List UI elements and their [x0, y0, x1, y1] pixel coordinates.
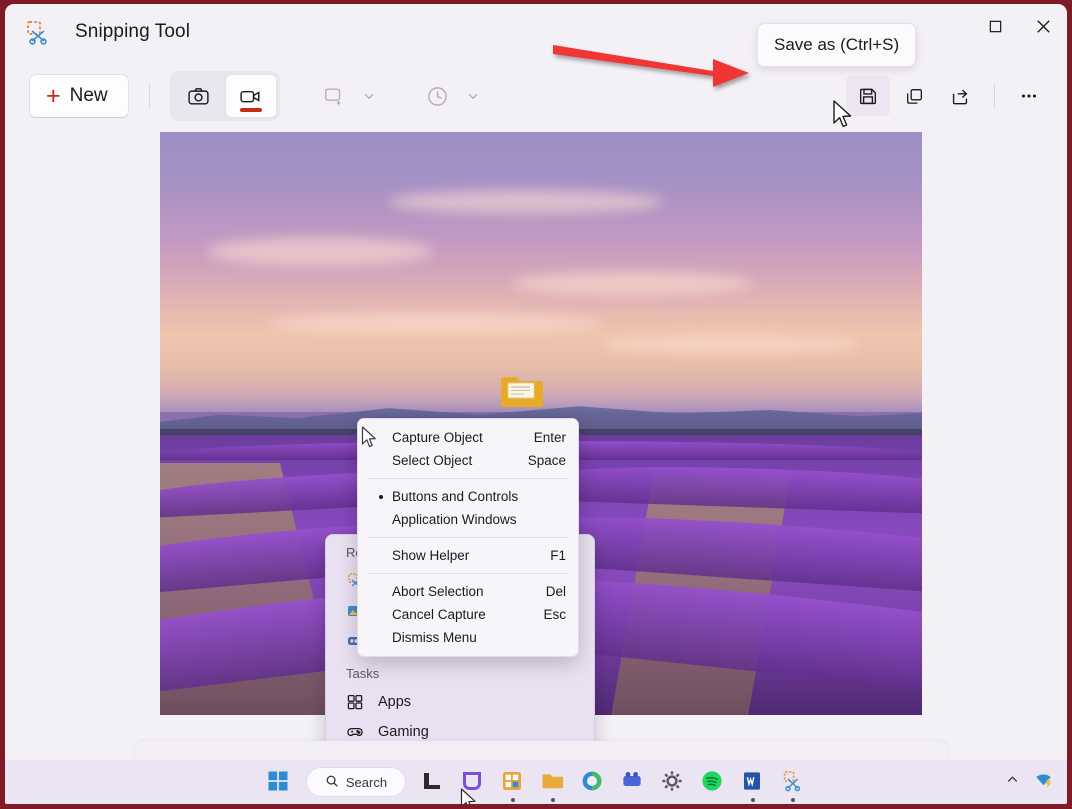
- phone-link-icon[interactable]: [580, 769, 606, 795]
- word-icon[interactable]: [740, 769, 766, 795]
- record-mode-button[interactable]: [225, 74, 277, 118]
- snipping-tool-icon[interactable]: [780, 769, 806, 795]
- menu-item-cancel-capture-label: Cancel Capture: [392, 607, 543, 622]
- menu-separator-1: [368, 478, 568, 479]
- screenshot-root: Snipping Tool + New: [0, 0, 1072, 809]
- menu-item-buttons-and-controls-label: Buttons and Controls: [392, 489, 566, 504]
- menu-separator-2: [368, 537, 568, 538]
- menu-item-buttons-and-controls[interactable]: Buttons and Controls: [358, 485, 578, 508]
- screenshot-mode-button[interactable]: [173, 74, 225, 118]
- more-options-icon[interactable]: [1007, 76, 1051, 116]
- jumplist-task-apps[interactable]: Apps: [326, 687, 594, 717]
- snipping-tool-icon: [23, 18, 51, 46]
- jumplist-task-gaming-label: Gaming: [378, 724, 429, 740]
- snip-shape-chevron-down-icon[interactable]: [354, 76, 384, 116]
- menu-item-cancel-capture[interactable]: Cancel Capture Esc: [358, 603, 578, 626]
- red-arrow-annotation: [550, 40, 755, 97]
- plus-icon: +: [46, 84, 61, 109]
- menu-item-show-helper[interactable]: Show Helper F1: [358, 544, 578, 567]
- menu-item-abort-selection-label: Abort Selection: [392, 584, 546, 599]
- menu-separator-3: [368, 573, 568, 574]
- purple-app-icon[interactable]: [460, 769, 486, 795]
- capture-mode-group: [170, 71, 280, 121]
- new-button[interactable]: + New: [29, 74, 129, 118]
- menu-item-select-object-key: Space: [528, 453, 566, 468]
- network-icon[interactable]: [1034, 770, 1053, 794]
- snipping-tool-window: Snipping Tool + New: [5, 4, 1067, 804]
- system-tray: [1005, 770, 1053, 794]
- windows-taskbar: Search: [5, 760, 1067, 804]
- menu-item-cancel-capture-key: Esc: [543, 607, 566, 622]
- copy-icon[interactable]: [892, 76, 936, 116]
- menu-item-abort-selection[interactable]: Abort Selection Del: [358, 580, 578, 603]
- window-controls: [971, 4, 1067, 48]
- windows-store-icon[interactable]: [500, 769, 526, 795]
- taskbar-search-box[interactable]: Search: [306, 767, 406, 797]
- cloud-5: [602, 336, 861, 353]
- spotify-icon[interactable]: [700, 769, 726, 795]
- share-icon[interactable]: [938, 76, 982, 116]
- menu-item-application-windows-label: Application Windows: [392, 512, 566, 527]
- jumplist-task-apps-label: Apps: [378, 694, 411, 710]
- folder-app-icon[interactable]: [540, 769, 566, 795]
- clock-icon[interactable]: [418, 76, 458, 116]
- menu-item-dismiss-menu[interactable]: Dismiss Menu: [358, 626, 578, 649]
- cloud-1: [206, 237, 435, 266]
- toolbar-divider: [149, 83, 150, 109]
- file-explorer-icon[interactable]: [420, 769, 446, 795]
- teams-icon[interactable]: [620, 769, 646, 795]
- selected-bullet-icon: [379, 495, 383, 499]
- gaming-icon: [346, 723, 364, 741]
- menu-item-application-windows[interactable]: Application Windows: [358, 508, 578, 531]
- toolbar-right-actions: [846, 76, 1051, 116]
- save-icon[interactable]: [846, 76, 890, 116]
- menu-item-show-helper-key: F1: [550, 548, 566, 563]
- menu-item-dismiss-menu-label: Dismiss Menu: [392, 630, 566, 645]
- cloud-4: [267, 313, 602, 333]
- folder-icon: [499, 373, 543, 416]
- delay-chevron-down-icon[interactable]: [458, 76, 488, 116]
- toolbar-right-divider: [994, 84, 995, 108]
- menu-item-abort-selection-key: Del: [546, 584, 566, 599]
- taskbar-search-label: Search: [346, 775, 387, 790]
- jumplist-tasks-header: Tasks: [326, 656, 594, 687]
- preview-area: Recent: [5, 132, 1067, 728]
- new-button-label: New: [70, 85, 108, 107]
- toolbar: + New: [5, 60, 1067, 132]
- menu-item-select-object[interactable]: Select Object Space: [358, 449, 578, 472]
- app-title: Snipping Tool: [75, 21, 190, 43]
- chevron-up-icon[interactable]: [1005, 772, 1020, 792]
- windows-start-icon[interactable]: [266, 769, 292, 795]
- search-icon: [325, 774, 339, 791]
- menu-item-show-helper-label: Show Helper: [392, 548, 550, 563]
- capture-context-menu: Capture Object Enter Select Object Space…: [357, 418, 579, 657]
- cloud-3: [511, 272, 755, 295]
- snip-shape-icon[interactable]: [314, 76, 354, 116]
- menu-item-capture-object-label: Capture Object: [392, 430, 534, 445]
- settings-icon[interactable]: [660, 769, 686, 795]
- cloud-2: [389, 190, 663, 213]
- apps-icon: [346, 693, 364, 711]
- menu-item-capture-object[interactable]: Capture Object Enter: [358, 426, 578, 449]
- save-as-tooltip: Save as (Ctrl+S): [757, 23, 916, 67]
- menu-item-capture-object-key: Enter: [534, 430, 566, 445]
- close-icon[interactable]: [1019, 4, 1067, 48]
- maximize-icon[interactable]: [971, 4, 1019, 48]
- menu-item-select-object-label: Select Object: [392, 453, 528, 468]
- sky-background: [160, 132, 922, 412]
